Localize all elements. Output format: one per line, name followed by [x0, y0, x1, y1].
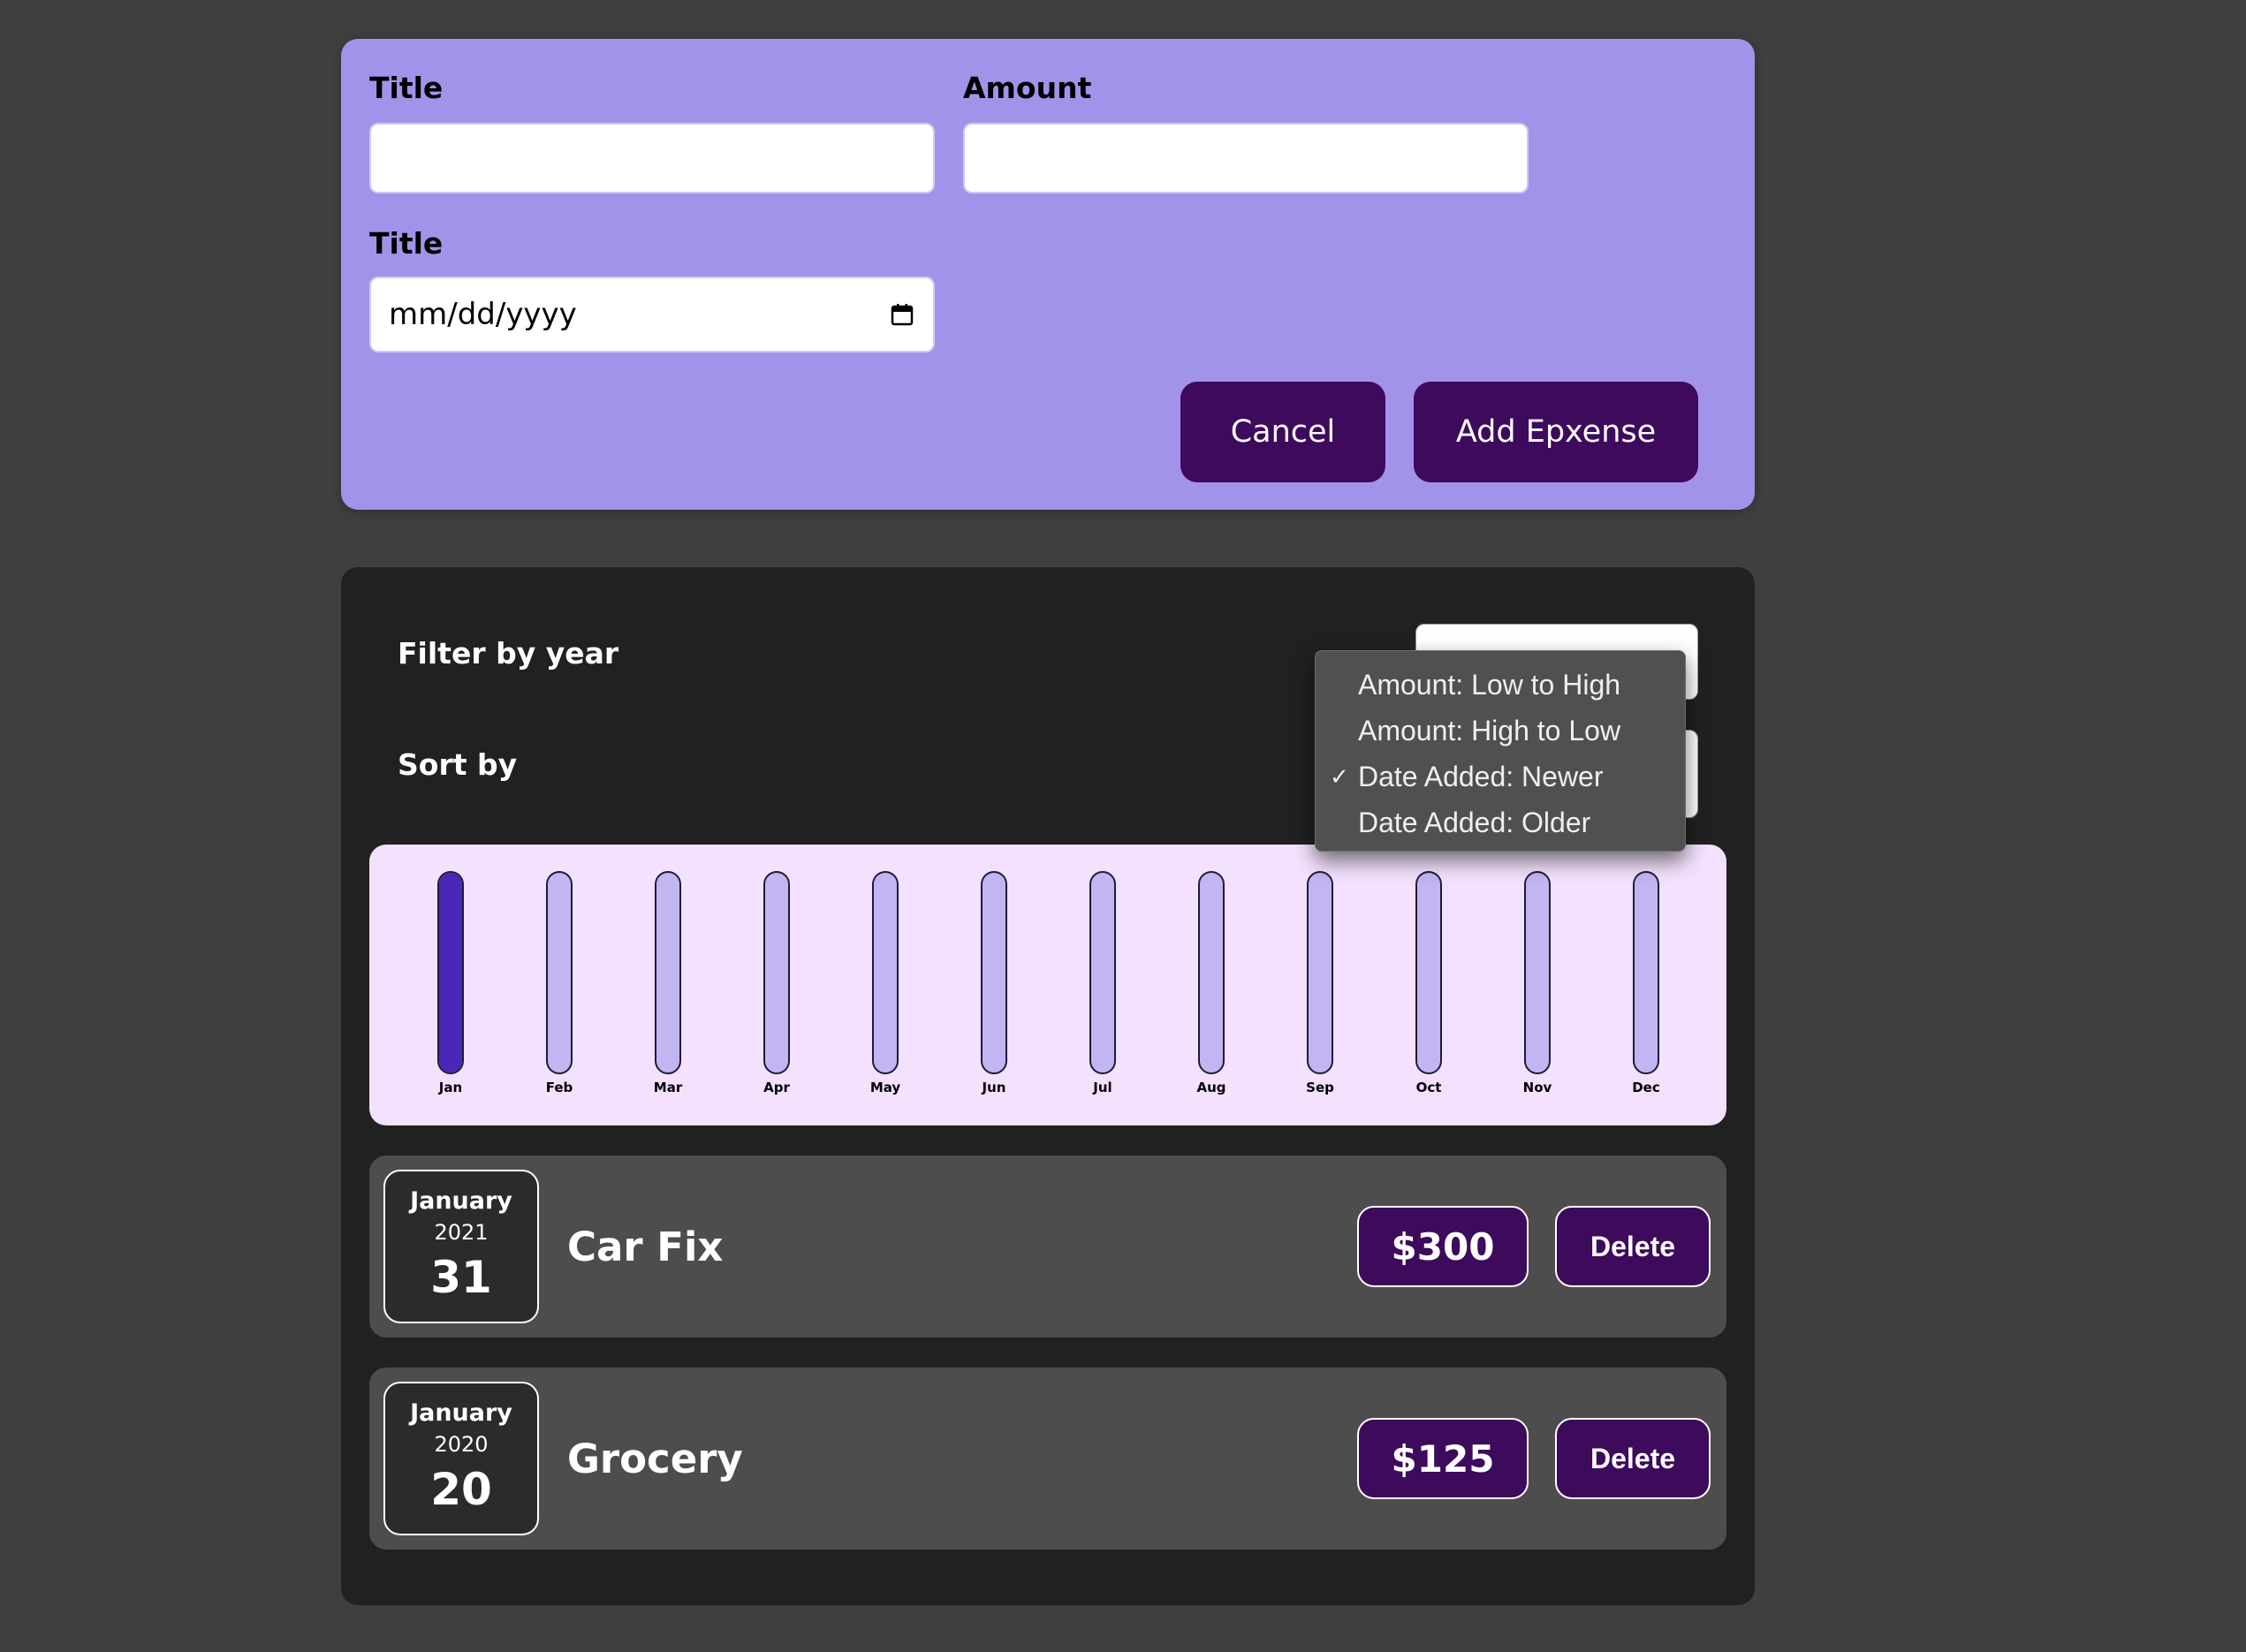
chart-tick-label: Aug — [1196, 1080, 1226, 1095]
chart-tick-label: Jun — [982, 1080, 1006, 1095]
chart-bar-jan: Jan — [424, 871, 477, 1095]
chart-bar-may: May — [859, 871, 912, 1095]
chart-bar-track — [1524, 871, 1551, 1074]
menu-item-label: Amount: Low to High — [1358, 669, 1621, 701]
chart-bar-feb: Feb — [533, 871, 586, 1095]
sort-option-date-newer[interactable]: ✓ Date Added: Newer — [1316, 754, 1685, 799]
chart-tick-label: Oct — [1415, 1080, 1442, 1095]
expense-day: 31 — [430, 1252, 492, 1303]
chart-bar-track — [763, 871, 790, 1074]
chart-tick-label: Jan — [438, 1080, 463, 1095]
expense-date: January 2020 20 — [383, 1382, 539, 1535]
date-label: Title — [369, 226, 444, 261]
chart-bar-track — [1198, 871, 1225, 1074]
expense-year: 2020 — [434, 1432, 489, 1457]
chart-tick-label: Feb — [545, 1080, 573, 1095]
chart-tick-label: Apr — [763, 1080, 790, 1095]
expense-amount: $125 — [1357, 1418, 1529, 1499]
expense-title: Grocery — [567, 1435, 743, 1482]
chart-bar-oct: Oct — [1402, 871, 1455, 1095]
expense-month: January — [410, 1399, 512, 1427]
menu-item-label: Date Added: Newer — [1358, 761, 1604, 792]
expense-month: January — [410, 1187, 512, 1215]
chart-bar-track — [1307, 871, 1333, 1074]
amount-input[interactable] — [963, 123, 1529, 193]
expense-item: January 2020 20 Grocery $125 Delete — [369, 1368, 1726, 1550]
delete-button[interactable]: Delete — [1555, 1206, 1711, 1287]
calendar-icon[interactable] — [891, 303, 914, 326]
cancel-button[interactable]: Cancel — [1180, 382, 1385, 482]
chart-bar-track — [981, 871, 1007, 1074]
chart-bar-fill — [439, 873, 462, 1072]
sort-option-amount-high-low[interactable]: Amount: High to Low — [1316, 708, 1685, 754]
sort-by-label: Sort by — [398, 747, 518, 782]
chart-bar-track — [1633, 871, 1659, 1074]
chart-bar-track — [1089, 871, 1116, 1074]
expense-title: Car Fix — [567, 1223, 724, 1270]
chart-bar-aug: Aug — [1185, 871, 1238, 1095]
date-placeholder: mm/dd/yyyy — [389, 297, 577, 332]
expenses-panel: Filter by year ⌄ Sort by ⌄ Amount: Low t… — [341, 567, 1755, 1605]
menu-item-label: Date Added: Older — [1358, 807, 1591, 838]
amount-label: Amount — [963, 71, 1092, 105]
chart-bar-track — [437, 871, 464, 1074]
sort-option-date-older[interactable]: Date Added: Older — [1316, 799, 1685, 845]
expense-item: January 2021 31 Car Fix $300 Delete — [369, 1156, 1726, 1338]
chart-bar-jul: Jul — [1076, 871, 1129, 1095]
expense-date: January 2021 31 — [383, 1170, 539, 1323]
chart-bar-nov: Nov — [1511, 871, 1564, 1095]
date-input[interactable]: mm/dd/yyyy — [369, 277, 935, 352]
expense-amount: $300 — [1357, 1206, 1529, 1287]
sort-dropdown-menu: Amount: Low to High Amount: High to Low … — [1315, 650, 1686, 852]
chart-tick-label: Dec — [1632, 1080, 1660, 1095]
title-input[interactable] — [369, 123, 935, 193]
add-expense-button[interactable]: Add Epxense — [1414, 382, 1698, 482]
chart-bar-sep: Sep — [1294, 871, 1347, 1095]
chart-bar-track — [872, 871, 899, 1074]
chart-bar-track — [546, 871, 573, 1074]
expense-day: 20 — [430, 1464, 492, 1515]
title-label: Title — [369, 71, 444, 105]
chart-tick-label: May — [869, 1080, 901, 1095]
new-expense-form: Title Amount Title mm/dd/yyyy Cancel Add… — [341, 39, 1755, 510]
chart-bar-dec: Dec — [1620, 871, 1673, 1095]
chart-bar-track — [655, 871, 681, 1074]
chart-bar-apr: Apr — [750, 871, 803, 1095]
chart-bar-jun: Jun — [967, 871, 1021, 1095]
chart-bar-track — [1415, 871, 1442, 1074]
expense-year: 2021 — [434, 1220, 489, 1245]
chart-tick-label: Jul — [1093, 1080, 1112, 1095]
menu-item-label: Amount: High to Low — [1358, 715, 1621, 746]
expenses-chart: Jan Feb Mar Apr May Jun Jul Aug Sep Oct Nov Dec — [369, 845, 1726, 1125]
delete-button[interactable]: Delete — [1555, 1418, 1711, 1499]
chart-tick-label: Mar — [653, 1080, 683, 1095]
checkmark-icon: ✓ — [1330, 763, 1349, 790]
chart-tick-label: Sep — [1306, 1080, 1334, 1095]
filter-year-label: Filter by year — [398, 636, 619, 671]
sort-option-amount-low-high[interactable]: Amount: Low to High — [1316, 662, 1685, 708]
chart-bar-mar: Mar — [641, 871, 694, 1095]
chart-tick-label: Nov — [1522, 1080, 1552, 1095]
